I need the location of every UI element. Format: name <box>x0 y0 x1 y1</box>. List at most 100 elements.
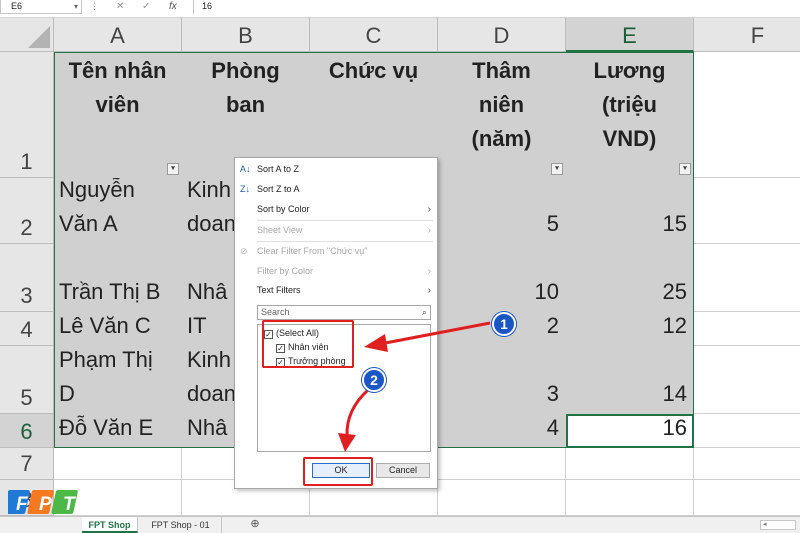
cell-line: Văn A <box>59 211 118 236</box>
checkbox-label: Nhân viên <box>288 342 329 352</box>
column-header-b[interactable]: B <box>182 18 310 52</box>
row-header-7[interactable]: 7 <box>0 448 54 480</box>
chevron-right-icon: › <box>427 285 431 296</box>
cell-years[interactable]: 3 <box>438 346 566 414</box>
menu-sheet-view: Sheet View › <box>235 221 437 240</box>
menu-sort-a-to-z[interactable]: A↓ Sort A to Z <box>235 160 437 179</box>
cell-years[interactable]: 10 <box>438 244 566 312</box>
add-sheet-icon[interactable]: ⊕ <box>248 517 262 533</box>
header-line: viên <box>95 92 140 117</box>
filter-search-input[interactable]: Search ⌕ <box>257 305 431 320</box>
cancel-icon[interactable]: ✕ <box>116 0 124 13</box>
menu-text-filters[interactable]: Text Filters › <box>235 281 437 300</box>
cell-line: Nguyễn <box>59 178 135 202</box>
cell-a7[interactable] <box>54 448 182 480</box>
row-header-2[interactable]: 2 <box>0 178 54 244</box>
svg-text:F: F <box>16 494 29 515</box>
row-header-6[interactable]: 6 <box>0 414 54 448</box>
cell-line: Đỗ Văn E <box>59 415 154 440</box>
filter-value-list[interactable]: ✓ (Select All) ✓ Nhân viên ✓ Trưởng phòng <box>257 324 431 452</box>
formula-bar: E6 ▾ ⋮ ✕ ✓ fx 16 <box>0 0 800 18</box>
cell-f8[interactable] <box>694 480 800 516</box>
cell-salary[interactable]: 14 <box>566 346 694 414</box>
chevron-right-icon: › <box>427 204 431 215</box>
checkbox-truong-phong[interactable]: ✓ Trưởng phòng <box>276 355 346 368</box>
sheet-tab-fpt-shop-01[interactable]: FPT Shop - 01 <box>140 517 222 533</box>
cell-name[interactable]: Lê Văn C <box>54 312 182 346</box>
sort-asc-icon: A↓ <box>240 164 251 174</box>
filter-dropdown-icon[interactable]: ▾ <box>679 163 691 175</box>
cell-d8[interactable] <box>438 480 566 516</box>
column-header-d[interactable]: D <box>438 18 566 52</box>
active-cell-e6[interactable]: 16 <box>566 414 694 448</box>
menu-sort-by-color[interactable]: Sort by Color › <box>235 200 437 219</box>
horizontal-scrollbar[interactable]: ◂ <box>760 520 796 530</box>
cell-line: Trần Thị B <box>59 279 161 304</box>
cell-f7[interactable] <box>694 448 800 480</box>
menu-item-label: Text Filters <box>257 285 301 295</box>
name-box-value: E6 <box>11 1 23 11</box>
checkbox-select-all[interactable]: ✓ (Select All) <box>264 327 319 340</box>
formula-bar-separator: ⋮ <box>90 1 99 11</box>
menu-item-label: Sort by Color <box>257 204 310 214</box>
cell-name[interactable]: Phạm Thị D <box>54 346 182 414</box>
header-line: (triệu <box>602 92 657 117</box>
fpt-logo: F P T <box>3 486 82 520</box>
cell-years[interactable]: 4 <box>438 414 566 448</box>
header-cell-years[interactable]: Thâm niên (năm) ▾ <box>438 52 566 178</box>
formula-input[interactable]: 16 <box>193 0 800 14</box>
search-icon: ⌕ <box>421 307 427 317</box>
cell-e7[interactable] <box>566 448 694 480</box>
chevron-down-icon[interactable]: ▾ <box>74 0 78 13</box>
search-placeholder: Search <box>261 307 290 317</box>
cell-d7[interactable] <box>438 448 566 480</box>
clear-filter-icon: ⊘ <box>240 246 248 256</box>
menu-item-label: Sheet View <box>257 225 303 235</box>
column-header-c[interactable]: C <box>310 18 438 52</box>
insert-function-icon[interactable]: fx <box>169 0 177 13</box>
sort-desc-icon: Z↓ <box>240 184 250 194</box>
cell-f5[interactable] <box>694 346 800 414</box>
cell-name[interactable]: Đỗ Văn E <box>54 414 182 448</box>
column-header-e[interactable]: E <box>566 18 694 52</box>
cell-salary[interactable]: 25 <box>566 244 694 312</box>
step-badge-2: 2 <box>362 368 386 392</box>
sheet-tab-fpt-shop[interactable]: FPT Shop <box>82 517 138 533</box>
cell-f3[interactable] <box>694 244 800 312</box>
checkbox-nhan-vien[interactable]: ✓ Nhân viên <box>276 341 329 354</box>
svg-text:T: T <box>63 494 76 515</box>
cell-salary[interactable]: 15 <box>566 178 694 244</box>
header-cell-salary[interactable]: Lương (triệu VND) ▾ <box>566 52 694 178</box>
row-header-3[interactable]: 3 <box>0 244 54 312</box>
excel-window: E6 ▾ ⋮ ✕ ✓ fx 16 A B C D E F 1 2 3 4 5 6… <box>0 0 800 533</box>
header-line: Thâm <box>472 58 531 83</box>
column-header-a[interactable]: A <box>54 18 182 52</box>
checkbox-checked-icon: ✓ <box>276 358 285 367</box>
cell-f2[interactable] <box>694 178 800 244</box>
filter-dropdown-icon[interactable]: ▾ <box>167 163 179 175</box>
name-box[interactable]: E6 ▾ <box>0 0 82 14</box>
select-all-corner[interactable] <box>0 18 54 52</box>
cell-e8[interactable] <box>566 480 694 516</box>
row-header-1[interactable]: 1 <box>0 52 54 178</box>
cell-f6[interactable] <box>694 414 800 448</box>
cell-years[interactable]: 5 <box>438 178 566 244</box>
checkbox-label: Trưởng phòng <box>288 356 346 366</box>
header-cell-name[interactable]: Tên nhân viên ▾ <box>54 52 182 178</box>
filter-dropdown-icon[interactable]: ▾ <box>551 163 563 175</box>
column-header-f[interactable]: F <box>694 18 800 52</box>
row-header-4[interactable]: 4 <box>0 312 54 346</box>
cell-name[interactable]: Trần Thị B <box>54 244 182 312</box>
cell-name[interactable]: Nguyễn Văn A <box>54 178 182 244</box>
checkbox-checked-icon: ✓ <box>276 344 285 353</box>
ok-button[interactable]: OK <box>312 463 370 478</box>
cell-f4[interactable] <box>694 312 800 346</box>
row-header-5[interactable]: 5 <box>0 346 54 414</box>
enter-icon[interactable]: ✓ <box>142 0 150 13</box>
menu-sort-z-to-a[interactable]: Z↓ Sort Z to A <box>235 180 437 199</box>
cell-f1[interactable] <box>694 52 800 178</box>
cancel-button[interactable]: Cancel <box>376 463 430 478</box>
cell-salary[interactable]: 12 <box>566 312 694 346</box>
header-line: Tên nhân <box>68 58 167 83</box>
menu-filter-by-color: Filter by Color › <box>235 262 437 281</box>
